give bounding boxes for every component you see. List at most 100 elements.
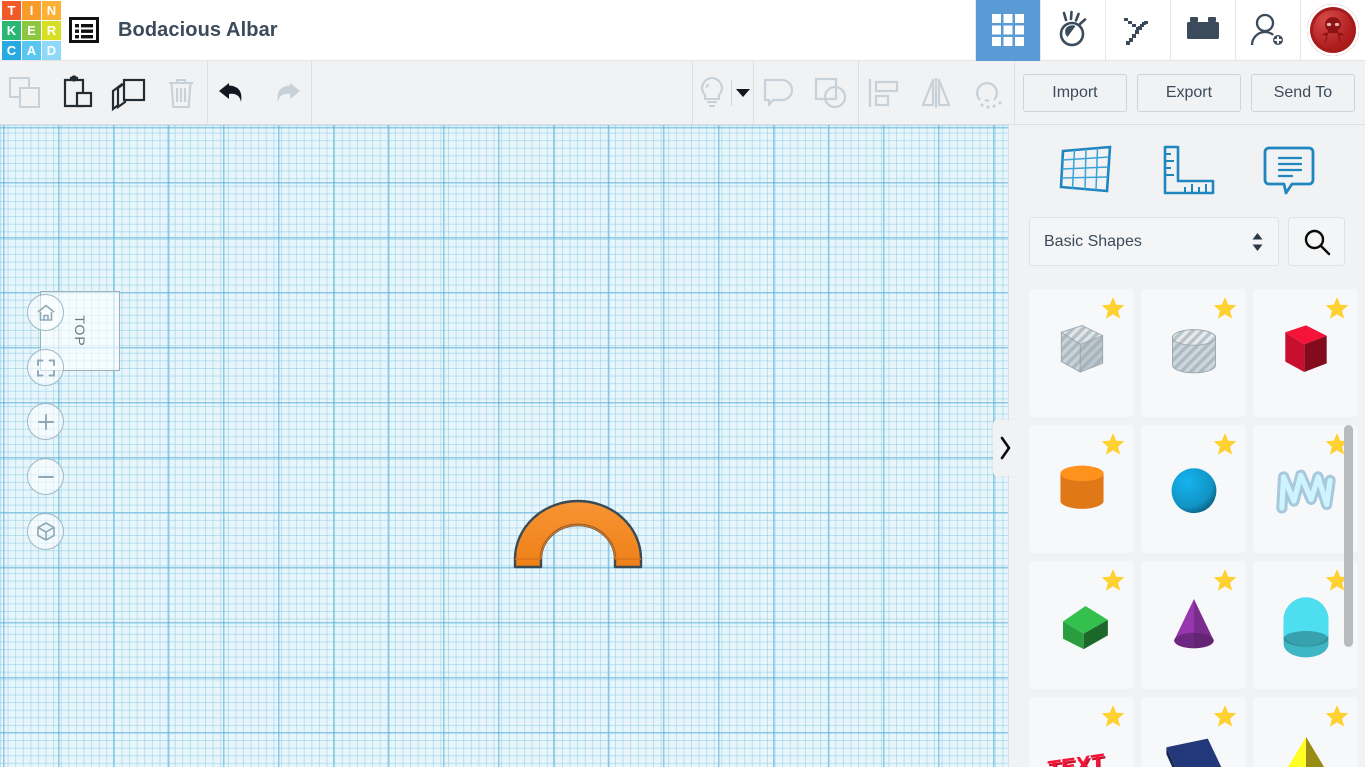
plus-icon bbox=[37, 413, 54, 430]
ungroup-button[interactable] bbox=[806, 61, 858, 125]
tab-3d-design[interactable] bbox=[975, 0, 1040, 61]
scribble-thumbnail bbox=[1275, 469, 1336, 514]
workplane-icon[interactable] bbox=[1057, 143, 1117, 199]
shape-wedge[interactable] bbox=[1029, 561, 1134, 689]
tab-invite[interactable] bbox=[1235, 0, 1300, 61]
shape-sphere[interactable] bbox=[1141, 425, 1246, 553]
delete-button[interactable] bbox=[155, 61, 207, 125]
undo-button[interactable] bbox=[208, 61, 260, 125]
user-avatar[interactable] bbox=[1300, 0, 1365, 61]
zoom-out-button[interactable] bbox=[27, 458, 64, 495]
edit-toolbar: Import Export Send To bbox=[0, 60, 1365, 125]
sphere-thumbnail bbox=[1171, 468, 1216, 514]
updown-caret-icon bbox=[1252, 232, 1263, 251]
export-button[interactable]: Export bbox=[1136, 73, 1241, 112]
logo-tile-c-6: C bbox=[2, 41, 21, 60]
caret-down-icon bbox=[735, 88, 750, 97]
favorite-star-icon[interactable] bbox=[1324, 296, 1350, 322]
shape-cylinder[interactable] bbox=[1029, 425, 1134, 553]
send-to-button[interactable]: Send To bbox=[1250, 73, 1355, 112]
top-bar: TIN KER CAD Bodacious Albar bbox=[0, 0, 1365, 61]
favorite-star-icon[interactable] bbox=[1212, 432, 1238, 458]
shape-search-button[interactable] bbox=[1288, 217, 1345, 266]
shape-paraboloid[interactable] bbox=[1141, 697, 1246, 767]
group-button[interactable] bbox=[754, 61, 806, 125]
favorite-star-icon[interactable] bbox=[1100, 568, 1126, 594]
copy-button[interactable] bbox=[0, 61, 52, 125]
copy-icon bbox=[8, 76, 40, 108]
magnet-snap-icon bbox=[975, 81, 1002, 109]
redo-button[interactable] bbox=[260, 61, 312, 125]
shape-pyramid[interactable] bbox=[1253, 697, 1358, 767]
shape-category-select[interactable]: Basic Shapes bbox=[1029, 217, 1279, 266]
page-title: Bodacious Albar bbox=[118, 18, 278, 41]
pickaxe-icon bbox=[1124, 18, 1148, 45]
logo-tile-r-5: R bbox=[42, 21, 61, 40]
lightbulb-button[interactable] bbox=[693, 61, 731, 125]
shapes-panel: Basic Shapes TEXTTEXT bbox=[1008, 125, 1365, 767]
undo-arrow-icon bbox=[218, 82, 242, 102]
minus-icon bbox=[37, 475, 54, 478]
magnet-button[interactable] bbox=[962, 61, 1014, 125]
favorite-star-icon[interactable] bbox=[1212, 568, 1238, 594]
import-button[interactable]: Import bbox=[1022, 73, 1127, 112]
mirror-button[interactable] bbox=[910, 61, 962, 125]
favorite-star-icon[interactable] bbox=[1100, 432, 1126, 458]
toolbar-divider bbox=[1013, 60, 1015, 125]
zoom-in-button[interactable] bbox=[27, 403, 64, 440]
fit-view-button[interactable] bbox=[27, 349, 64, 386]
favorite-star-icon[interactable] bbox=[1212, 296, 1238, 322]
ruler-icon[interactable] bbox=[1160, 143, 1218, 199]
align-button[interactable] bbox=[859, 61, 911, 125]
shape-gallery-scrollbar[interactable] bbox=[1344, 425, 1353, 647]
shape-cone[interactable] bbox=[1141, 561, 1246, 689]
tab-minecraft[interactable] bbox=[1105, 0, 1170, 61]
logo-tile-t-0: T bbox=[2, 1, 21, 20]
shape-scribble[interactable] bbox=[1253, 425, 1358, 553]
tab-tinker[interactable] bbox=[1040, 0, 1105, 61]
panel-collapse-handle[interactable] bbox=[993, 420, 1017, 476]
shape-box[interactable] bbox=[1253, 289, 1358, 417]
ungroup-shapes-icon bbox=[814, 77, 846, 108]
cone-thumbnail bbox=[1173, 599, 1214, 649]
home-view-button[interactable] bbox=[27, 294, 64, 331]
roof-thumbnail bbox=[1283, 597, 1328, 658]
perspective-toggle-button[interactable] bbox=[27, 513, 64, 550]
svg-text:TEXT: TEXT bbox=[1047, 749, 1105, 767]
shape-gallery: TEXTTEXT bbox=[1009, 275, 1365, 767]
notes-icon[interactable] bbox=[1261, 143, 1317, 199]
shape-text[interactable]: TEXTTEXT bbox=[1029, 697, 1134, 767]
logo-tile-e-4: E bbox=[22, 21, 41, 40]
avatar bbox=[1307, 4, 1359, 56]
logo-tile-n-2: N bbox=[42, 1, 61, 20]
box-hole-thumbnail bbox=[1059, 324, 1104, 373]
grid-squares-icon bbox=[992, 14, 1024, 46]
lightbulb-icon bbox=[700, 76, 723, 107]
duplicate-layers-icon bbox=[112, 78, 146, 111]
trash-icon bbox=[169, 78, 194, 108]
wedge-thumbnail bbox=[1062, 606, 1108, 650]
logo-tile-k-3: K bbox=[2, 21, 21, 40]
shape-category-label: Basic Shapes bbox=[1044, 232, 1142, 250]
favorite-star-icon[interactable] bbox=[1100, 704, 1126, 730]
paste-button[interactable] bbox=[52, 61, 104, 125]
list-menu-icon[interactable] bbox=[61, 0, 107, 61]
tinkercad-app: TINKERCAD Bodacious Albar Import Export … bbox=[0, 0, 1365, 767]
lightbulb-dropdown[interactable] bbox=[732, 61, 754, 125]
shape-roof[interactable] bbox=[1253, 561, 1358, 689]
box-thumbnail bbox=[1284, 325, 1327, 372]
duplicate-button[interactable] bbox=[103, 61, 155, 125]
shape-cylinder-hole[interactable] bbox=[1141, 289, 1246, 417]
fit-frame-icon bbox=[36, 359, 55, 376]
cube-box-icon bbox=[36, 522, 55, 541]
shape-gallery-scrolltrack[interactable] bbox=[1344, 275, 1359, 767]
redo-arrow-icon bbox=[277, 82, 301, 102]
favorite-star-icon[interactable] bbox=[1212, 704, 1238, 730]
tab-blocks[interactable] bbox=[1170, 0, 1235, 61]
tinkercad-logo[interactable]: TIN KER CAD bbox=[0, 0, 61, 61]
arch-shape[interactable] bbox=[512, 497, 644, 578]
favorite-star-icon[interactable] bbox=[1324, 704, 1350, 730]
favorite-star-icon[interactable] bbox=[1100, 296, 1126, 322]
design-canvas[interactable]: TOP bbox=[0, 125, 1008, 767]
shape-box-hole[interactable] bbox=[1029, 289, 1134, 417]
